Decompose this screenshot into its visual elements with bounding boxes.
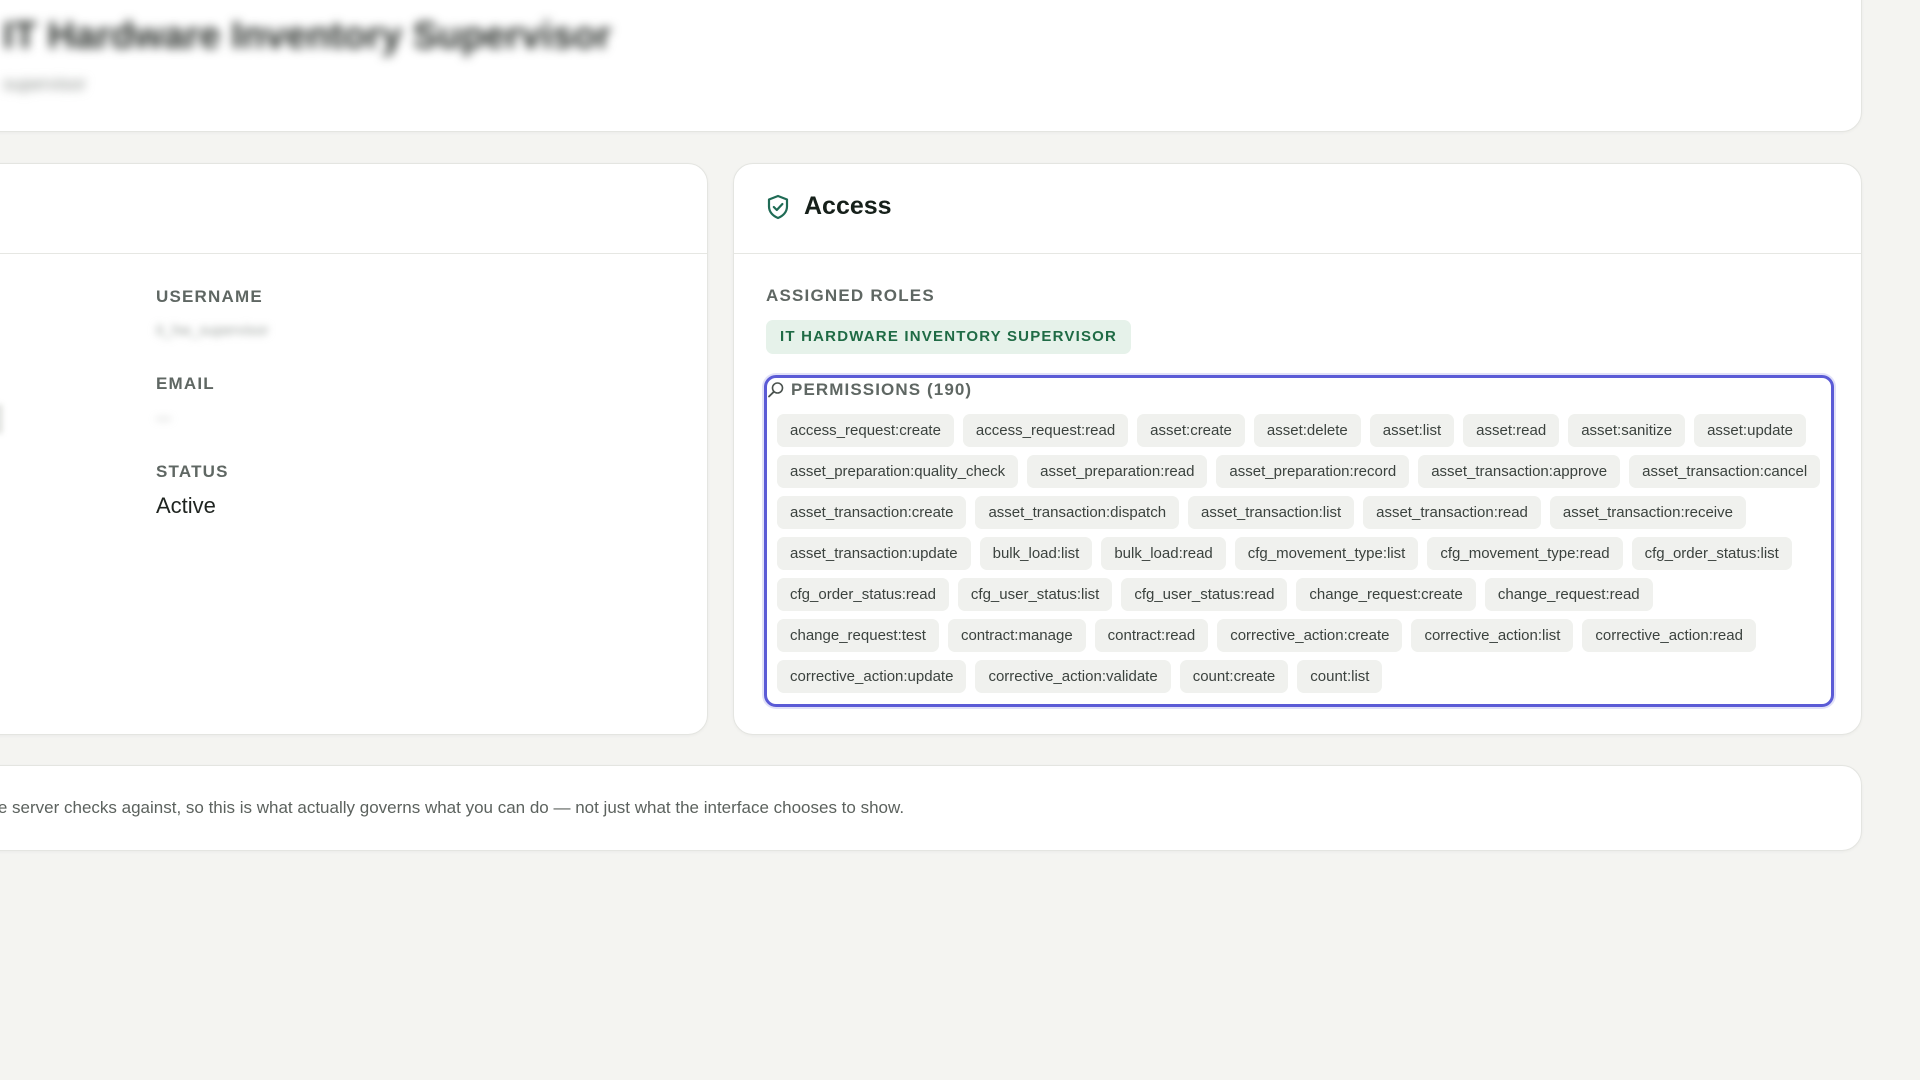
role-badge: IT HARDWARE INVENTORY SUPERVISOR bbox=[766, 320, 1132, 354]
permission-chip: cfg_order_status:list bbox=[1631, 537, 1792, 570]
permission-chip: corrective_action:validate bbox=[975, 660, 1171, 693]
permission-chip: bulk_load:list bbox=[979, 537, 1093, 570]
permission-chip: corrective_action:create bbox=[1217, 619, 1403, 652]
avatar bbox=[0, 404, 2, 434]
permission-chip: asset:update bbox=[1694, 414, 1806, 447]
status-value: Active bbox=[156, 493, 216, 518]
permission-chip: change_request:test bbox=[777, 619, 939, 652]
page-title: IT Hardware Inventory Supervisor bbox=[3, 15, 612, 57]
permission-chip: cfg_user_status:list bbox=[957, 578, 1113, 611]
permissions-header[interactable]: PERMISSIONS (190) bbox=[767, 380, 972, 400]
permission-chip: asset:sanitize bbox=[1568, 414, 1686, 447]
permission-chip: asset_transaction:dispatch bbox=[975, 496, 1180, 529]
header-card: IT Hardware Inventory Supervisor supervi… bbox=[0, 0, 1862, 132]
permission-chip: corrective_action:read bbox=[1582, 619, 1756, 652]
search-icon bbox=[767, 381, 785, 399]
permission-chip: count:create bbox=[1179, 660, 1289, 693]
permission-chip: cfg_user_status:read bbox=[1121, 578, 1288, 611]
email-value: — bbox=[156, 410, 171, 427]
info-text: ce the server checks against, so this is… bbox=[0, 798, 905, 817]
permission-chip: access_request:create bbox=[777, 414, 954, 447]
permissions-panel[interactable]: PERMISSIONS (190) access_request:create a… bbox=[764, 375, 1834, 707]
permission-chip: asset_transaction:receive bbox=[1549, 496, 1746, 529]
permission-chip: asset_transaction:update bbox=[777, 537, 971, 570]
username-label: USERNAME bbox=[156, 287, 263, 306]
status-label: STATUS bbox=[156, 462, 229, 481]
permission-chip: asset:create bbox=[1137, 414, 1245, 447]
permission-chip: bulk_load:read bbox=[1101, 537, 1226, 570]
permission-chip: asset:delete bbox=[1253, 414, 1361, 447]
access-card: Access ASSIGNED ROLES IT HARDWARE INVENT… bbox=[733, 163, 1862, 735]
card-divider bbox=[0, 253, 707, 254]
profile-card: USERNAME it_hw_supervisor EMAIL — STATUS… bbox=[0, 163, 708, 735]
permission-chip: cfg_order_status:read bbox=[777, 578, 949, 611]
permission-chip: count:list bbox=[1297, 660, 1383, 693]
permission-chip: asset_preparation:read bbox=[1027, 455, 1208, 488]
permission-chip: cfg_movement_type:list bbox=[1234, 537, 1419, 570]
permission-chip: corrective_action:list bbox=[1411, 619, 1574, 652]
access-title: Access bbox=[804, 192, 892, 220]
permission-chip: contract:manage bbox=[947, 619, 1086, 652]
permission-chip: asset_transaction:approve bbox=[1418, 455, 1621, 488]
access-header: Access bbox=[766, 192, 892, 221]
permission-chip: asset_preparation:quality_check bbox=[777, 455, 1019, 488]
permission-chip: access_request:read bbox=[962, 414, 1129, 447]
permissions-title: PERMISSIONS (190) bbox=[791, 380, 973, 399]
permission-chip: asset_transaction:list bbox=[1188, 496, 1355, 529]
permission-chip: cfg_movement_type:read bbox=[1427, 537, 1623, 570]
email-label: EMAIL bbox=[156, 374, 215, 393]
assigned-roles-label: ASSIGNED ROLES bbox=[766, 286, 935, 305]
username-value: it_hw_supervisor bbox=[156, 322, 269, 339]
card-divider bbox=[734, 253, 1861, 254]
permission-chip: corrective_action:update bbox=[777, 660, 967, 693]
permissions-list: access_request:create access_request:read… bbox=[777, 414, 1823, 693]
permission-chip: change_request:read bbox=[1484, 578, 1653, 611]
permission-chip: asset_preparation:record bbox=[1216, 455, 1410, 488]
shield-check-icon bbox=[766, 194, 790, 220]
permission-chip: asset_transaction:create bbox=[777, 496, 967, 529]
permission-chip: asset_transaction:cancel bbox=[1629, 455, 1821, 488]
permission-chip: asset_transaction:read bbox=[1363, 496, 1541, 529]
permission-chip: asset:list bbox=[1369, 414, 1455, 447]
permission-chip: change_request:create bbox=[1296, 578, 1476, 611]
permission-chip: contract:read bbox=[1094, 619, 1209, 652]
permission-chip: asset:read bbox=[1463, 414, 1560, 447]
page-subtitle: supervisor bbox=[3, 74, 87, 94]
info-card: ce the server checks against, so this is… bbox=[0, 765, 1862, 851]
